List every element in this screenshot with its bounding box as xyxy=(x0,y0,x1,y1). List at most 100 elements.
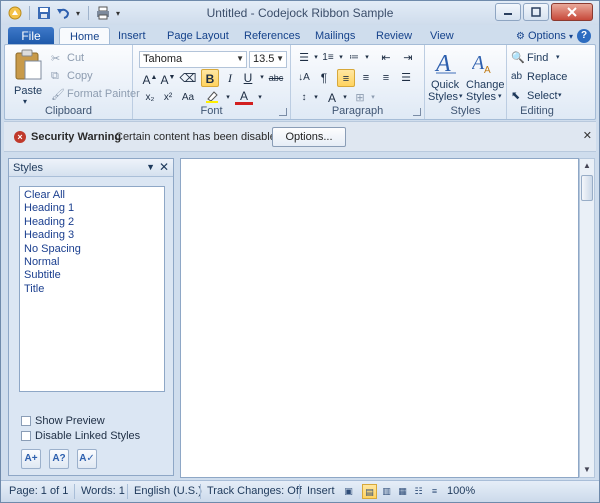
paragraph-group: ☰ ▾ 1≡ ▾ ≔ ▾ ⇤ ⇥ ↓A ¶ ≡ ≡ ≡ ☰ ↕ ▾ A ▾ ⊞ … xyxy=(291,45,425,119)
paragraph-dialog-launcher-icon[interactable] xyxy=(413,108,421,116)
tab-references[interactable]: References xyxy=(244,30,300,42)
security-warning-message: Certain content has been disabled. xyxy=(115,131,286,143)
list-item[interactable]: No Spacing xyxy=(24,243,160,256)
styles-group-label: Styles xyxy=(450,105,481,117)
tab-view[interactable]: View xyxy=(430,30,454,42)
font-name-combo[interactable]: Tahoma ▼ xyxy=(139,51,247,68)
chevron-down-icon: ▾ xyxy=(568,32,573,41)
quick-styles-button[interactable]: A Quick Styles ▾ xyxy=(427,49,465,105)
status-divider xyxy=(299,484,300,499)
status-zoom[interactable]: 100% xyxy=(447,485,475,497)
tab-review[interactable]: Review xyxy=(376,30,412,42)
editing-group-label: Editing xyxy=(520,105,554,117)
options-menu[interactable]: ⚙ Options ▾ xyxy=(516,30,573,42)
checkbox-box xyxy=(21,416,31,426)
close-button[interactable] xyxy=(551,3,593,21)
increase-indent-icon[interactable]: ⇥ xyxy=(399,49,417,67)
close-icon[interactable]: ✕ xyxy=(159,160,169,174)
draft-icon[interactable]: ≡ xyxy=(427,484,442,499)
grow-font-icon[interactable]: A▲ xyxy=(141,69,159,87)
quick-styles-label-2: Styles xyxy=(428,91,458,103)
list-item[interactable]: Subtitle xyxy=(24,269,160,282)
disable-linked-styles-checkbox[interactable]: Disable Linked Styles xyxy=(21,430,140,442)
list-item[interactable]: Normal xyxy=(24,256,160,269)
select-icon: ⬉ xyxy=(511,90,521,102)
list-item[interactable]: Heading 2 xyxy=(24,216,160,229)
change-styles-label-1: Change xyxy=(466,79,505,91)
clear-formatting-icon[interactable]: ⌫ xyxy=(179,69,197,87)
ribbon-home: Paste ▾ ✂ Cut ⧉ Copy 🖌 Format Painter Cl… xyxy=(4,44,596,120)
decrease-indent-icon[interactable]: ⇤ xyxy=(377,49,395,67)
window-controls xyxy=(495,3,593,21)
manage-styles-icon[interactable]: A✓ xyxy=(77,449,97,469)
options-icon: ⚙ xyxy=(515,31,525,42)
chevron-down-icon: ▾ xyxy=(459,93,463,100)
bold-icon[interactable]: B xyxy=(201,69,219,87)
show-marks-icon[interactable]: ¶ xyxy=(315,69,333,87)
format-painter-label: Format Painter xyxy=(67,88,140,100)
align-left-icon[interactable]: ≡ xyxy=(337,69,355,87)
strikethrough-icon[interactable]: abc xyxy=(267,69,285,87)
paragraph-group-label: Paragraph xyxy=(331,105,384,117)
tab-mailings[interactable]: Mailings xyxy=(315,30,355,42)
list-item[interactable]: Clear All xyxy=(24,189,160,202)
document-area[interactable] xyxy=(180,158,579,478)
show-preview-checkbox[interactable]: Show Preview xyxy=(21,415,105,427)
svg-text:A: A xyxy=(434,51,451,75)
security-options-button[interactable]: Options... xyxy=(272,127,346,147)
chevron-down-icon: ▾ xyxy=(498,93,502,100)
align-right-icon[interactable]: ≡ xyxy=(377,69,395,87)
align-center-icon[interactable]: ≡ xyxy=(357,69,375,87)
status-insert-mode[interactable]: Insert xyxy=(307,485,335,497)
styles-pane-title: Styles xyxy=(13,162,43,174)
full-screen-reading-icon[interactable]: ▥ xyxy=(379,484,394,499)
tab-insert[interactable]: Insert xyxy=(118,30,146,42)
scroll-up-icon[interactable]: ▲ xyxy=(580,159,594,173)
find-label: Find xyxy=(527,52,549,64)
status-divider xyxy=(127,484,128,499)
clipboard-group: Paste ▾ ✂ Cut ⧉ Copy 🖌 Format Painter Cl… xyxy=(5,45,140,119)
style-inspector-icon[interactable]: A? xyxy=(49,449,69,469)
new-style-icon[interactable]: A+ xyxy=(21,449,41,469)
list-item[interactable]: Heading 1 xyxy=(24,202,160,215)
font-dialog-launcher-icon[interactable] xyxy=(279,108,287,116)
help-icon[interactable]: ? xyxy=(577,29,591,43)
italic-icon[interactable]: I xyxy=(221,69,239,87)
change-styles-button[interactable]: A A Change Styles ▾ xyxy=(465,49,505,105)
scroll-down-icon[interactable]: ▼ xyxy=(580,463,594,477)
list-item[interactable]: Title xyxy=(24,283,160,296)
paste-label: Paste xyxy=(14,85,43,97)
minimize-button[interactable] xyxy=(495,3,521,21)
justify-icon[interactable]: ☰ xyxy=(397,69,415,87)
tab-page-layout[interactable]: Page Layout xyxy=(167,30,229,42)
maximize-button[interactable] xyxy=(523,3,549,21)
replace-label: Replace xyxy=(527,71,568,83)
shrink-font-icon[interactable]: A▼ xyxy=(159,69,177,87)
status-language[interactable]: English (U.S.) xyxy=(134,485,202,497)
status-words[interactable]: Words: 1 xyxy=(81,485,125,497)
print-layout-icon[interactable]: ▤ xyxy=(362,484,377,499)
macro-record-icon[interactable]: ▣ xyxy=(341,484,356,499)
sort-icon[interactable]: ↓A xyxy=(295,69,313,87)
select-label: Select xyxy=(527,90,558,102)
multilevel-dropdown-icon[interactable]: ▾ xyxy=(358,49,376,67)
paste-button[interactable]: Paste ▾ xyxy=(11,49,45,106)
clipboard-group-label: Clipboard xyxy=(44,105,93,117)
styles-list[interactable]: Clear All Heading 1 Heading 2 Heading 3 … xyxy=(19,186,165,392)
scroll-thumb[interactable] xyxy=(581,175,593,201)
status-page[interactable]: Page: 1 of 1 xyxy=(9,485,68,497)
outline-icon[interactable]: ☷ xyxy=(411,484,426,499)
copy-label: Copy xyxy=(67,70,93,82)
quick-styles-label-1: Quick xyxy=(431,79,460,91)
shield-warning-icon: × xyxy=(14,131,26,143)
close-icon[interactable]: ✕ xyxy=(583,129,592,142)
checkbox-box xyxy=(21,431,31,441)
cut-label: Cut xyxy=(67,52,85,64)
status-track-changes[interactable]: Track Changes: Off xyxy=(207,485,302,497)
list-item[interactable]: Heading 3 xyxy=(24,229,160,242)
font-size-combo[interactable]: 13.5 ▼ xyxy=(249,51,287,68)
vertical-scrollbar[interactable]: ▲ ▼ xyxy=(579,158,595,478)
chevron-down-icon[interactable]: ▼ xyxy=(146,162,155,172)
web-layout-icon[interactable]: ▦ xyxy=(395,484,410,499)
chevron-down-icon: ▾ xyxy=(558,92,562,99)
